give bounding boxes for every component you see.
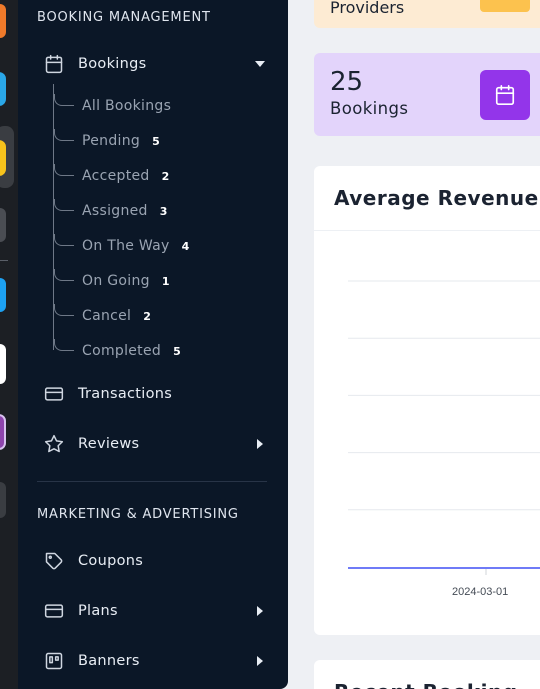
sidebar-item-reviews[interactable]: Reviews: [44, 429, 266, 459]
submenu-item-pending[interactable]: Pending 5: [54, 129, 160, 153]
bookings-stat-card[interactable]: 25 Bookings: [314, 53, 540, 136]
rail-separator: [0, 260, 8, 261]
count-badge: 3: [159, 204, 168, 218]
sidebar-item-banners[interactable]: Banners: [44, 646, 266, 676]
submenu-label: On The Way: [82, 238, 170, 254]
chevron-right-icon: [254, 438, 266, 450]
submenu-item-on-the-way[interactable]: On The Way 4: [54, 234, 189, 258]
chevron-down-icon: [254, 58, 266, 70]
count-badge: 1: [161, 274, 170, 288]
average-revenue-card: Average Revenue 2024-03-01: [314, 166, 540, 635]
sidebar-item-label: Plans: [78, 603, 118, 619]
section-title-marketing: MARKETING & ADVERTISING: [37, 507, 239, 522]
calendar-icon: [480, 70, 530, 120]
sidebar-item-label: Coupons: [78, 553, 144, 569]
sidebar-item-label: Banners: [78, 653, 140, 669]
sidebar-item-transactions[interactable]: Transactions: [44, 379, 266, 409]
gray-app-icon[interactable]: [0, 208, 6, 242]
submenu-label: Assigned: [82, 203, 148, 219]
submenu-item-assigned[interactable]: Assigned 3: [54, 199, 167, 223]
yellow-app-icon-inner: [0, 140, 6, 176]
bookings-count: 25: [330, 67, 364, 97]
credit-card-icon: [44, 384, 64, 404]
bookings-label: Bookings: [330, 99, 409, 118]
star-icon: [44, 434, 64, 454]
sidebar-item-label: Reviews: [78, 436, 140, 452]
white-app-icon[interactable]: [0, 344, 6, 384]
credit-card-icon: [44, 601, 64, 621]
tree-branch: [54, 304, 74, 316]
tree-branch: [54, 199, 74, 211]
submenu-label: Accepted: [82, 168, 150, 184]
submenu-item-cancel[interactable]: Cancel 2: [54, 304, 151, 328]
providers-icon: [480, 0, 530, 12]
sidebar: BOOKING MANAGEMENT Bookings All Bookings…: [18, 0, 288, 689]
purple-app-icon[interactable]: [0, 414, 6, 450]
revenue-chart: 2024-03-01: [348, 280, 540, 598]
sidebar-divider: [37, 481, 267, 482]
submenu-item-on-going[interactable]: On Going 1: [54, 269, 169, 293]
tree-branch: [54, 129, 74, 141]
submenu-item-accepted[interactable]: Accepted 2: [54, 164, 169, 188]
sidebar-item-label: Bookings: [78, 56, 147, 72]
sidebar-item-bookings[interactable]: Bookings: [44, 49, 266, 79]
chevron-right-icon: [254, 605, 266, 617]
submenu-label: Pending: [82, 133, 141, 149]
submenu-label: All Bookings: [82, 98, 172, 114]
card-title: Recent Booking: [334, 680, 518, 689]
tree-branch: [54, 94, 74, 106]
tree-branch: [54, 269, 74, 281]
submenu-item-completed[interactable]: Completed 5: [54, 339, 181, 363]
count-badge: 2: [161, 169, 170, 183]
providers-label: Providers: [330, 0, 405, 17]
section-title-booking-management: BOOKING MANAGEMENT: [37, 10, 211, 25]
tag-icon: [44, 551, 64, 571]
submenu-label: Completed: [82, 343, 162, 359]
banner-icon: [44, 651, 64, 671]
tree-branch: [54, 164, 74, 176]
recent-booking-card: Recent Booking: [314, 660, 540, 689]
app-rail: [0, 0, 18, 689]
submenu-label: Cancel: [82, 308, 132, 324]
count-badge: 5: [173, 344, 181, 358]
submenu-item-all-bookings[interactable]: All Bookings: [54, 94, 171, 118]
tree-branch: [54, 234, 74, 246]
sidebar-item-plans[interactable]: Plans: [44, 596, 266, 626]
sidebar-item-label: Transactions: [78, 386, 173, 402]
dark-app-icon[interactable]: [0, 482, 6, 518]
count-badge: 5: [152, 134, 160, 148]
blue-app-icon[interactable]: [0, 72, 6, 106]
orange-app-icon[interactable]: [0, 4, 6, 38]
calendar-icon: [44, 54, 64, 74]
chevron-right-icon: [254, 655, 266, 667]
count-badge: 2: [143, 309, 151, 323]
main-content: Providers 25 Bookings Average Revenue 20…: [288, 0, 540, 689]
count-badge: 4: [181, 239, 190, 253]
cyan-app-icon[interactable]: [0, 278, 6, 312]
submenu-label: On Going: [82, 273, 150, 289]
sidebar-item-coupons[interactable]: Coupons: [44, 546, 266, 576]
chart-x-tick-label: 2024-03-01: [452, 586, 508, 598]
tree-branch: [54, 339, 74, 351]
providers-card[interactable]: Providers: [314, 0, 540, 28]
